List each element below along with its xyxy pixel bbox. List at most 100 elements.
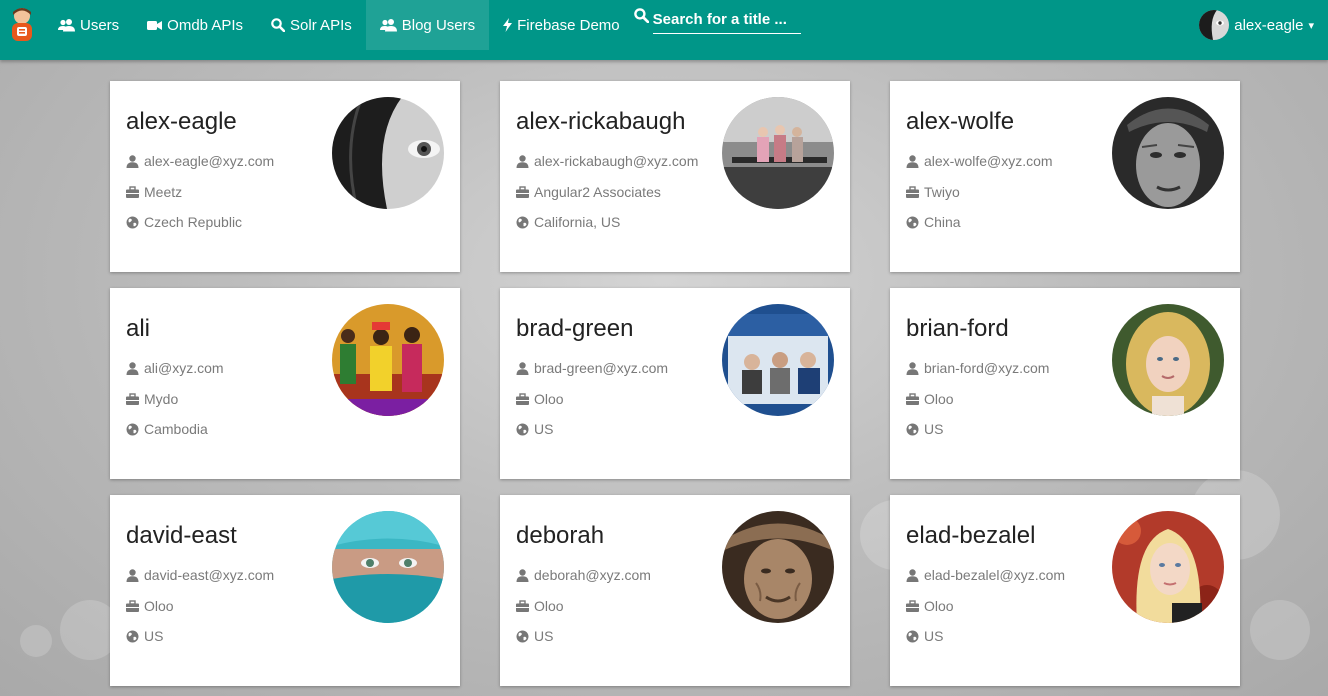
brand-logo[interactable]	[0, 0, 44, 48]
briefcase-icon	[516, 392, 529, 405]
user-menu-dropdown[interactable]: alex-eagle ▾	[1199, 9, 1314, 41]
globe-icon	[516, 216, 529, 228]
user-card-company-row: Oloo	[906, 598, 954, 614]
search-icon	[271, 18, 286, 32]
user-card-company-row: Oloo	[516, 391, 564, 407]
nav-firebase-demo[interactable]: Firebase Demo	[489, 0, 634, 50]
user-card-alex-eagle[interactable]: alex-eagle alex-eagle@xyz.com Meetz Czec…	[110, 81, 460, 272]
user-card-deborah[interactable]: deborah deborah@xyz.com Oloo US	[500, 495, 850, 686]
user-card-location-row: US	[516, 628, 553, 644]
user-card-alex-wolfe[interactable]: alex-wolfe alex-wolfe@xyz.com Twiyo Chin…	[890, 81, 1240, 272]
user-card-location-row: US	[906, 421, 943, 437]
nav-solr-label: Solr APIs	[290, 16, 352, 34]
user-icon	[126, 568, 139, 582]
user-card-company-row: Mydo	[126, 391, 178, 407]
nav-blog-users-label: Blog Users	[401, 16, 476, 34]
user-card-email-row: brian-ford@xyz.com	[906, 360, 1049, 376]
user-card-ali[interactable]: ali ali@xyz.com Mydo Cambodia	[110, 288, 460, 479]
user-card-email: alex-rickabaugh@xyz.com	[534, 153, 699, 169]
globe-icon	[126, 630, 139, 642]
user-card-email: alex-wolfe@xyz.com	[924, 153, 1053, 169]
user-card-location: US	[924, 628, 944, 644]
user-card-name: ali	[126, 315, 151, 342]
user-card-location-row: California, US	[516, 214, 620, 230]
nav-users[interactable]: Users	[44, 0, 133, 50]
user-card-location: China	[924, 214, 961, 230]
user-icon	[516, 568, 529, 582]
globe-icon	[906, 216, 919, 228]
user-card-email: david-east@xyz.com	[144, 567, 275, 583]
bolt-icon	[503, 18, 513, 32]
background-bokeh	[1250, 600, 1310, 660]
user-icon	[516, 361, 529, 375]
globe-icon	[906, 423, 919, 435]
user-card-email: deborah@xyz.com	[534, 567, 651, 583]
user-card-name: alex-rickabaugh	[516, 108, 686, 135]
user-card-company-row: Oloo	[906, 391, 954, 407]
user-card-david-east[interactable]: david-east david-east@xyz.com Oloo US	[110, 495, 460, 686]
video-camera-icon	[147, 20, 163, 30]
user-card-company-row: Meetz	[126, 184, 182, 200]
nav-users-label: Users	[80, 16, 120, 34]
nav-omdb-label: Omdb APIs	[167, 16, 244, 34]
user-card-location-row: US	[516, 421, 553, 437]
user-card-brian-ford[interactable]: brian-ford brian-ford@xyz.com Oloo US	[890, 288, 1240, 479]
user-card-avatar	[722, 97, 834, 209]
nav-firebase-label: Firebase Demo	[517, 16, 620, 34]
globe-icon	[906, 630, 919, 642]
nav-solr-apis[interactable]: Solr APIs	[257, 0, 366, 50]
user-card-name: elad-bezalel	[906, 522, 1036, 549]
user-card-alex-rickabaugh[interactable]: alex-rickabaugh alex-rickabaugh@xyz.com …	[500, 81, 850, 272]
user-icon	[906, 361, 919, 375]
briefcase-icon	[126, 185, 139, 198]
globe-icon	[516, 423, 529, 435]
briefcase-icon	[126, 392, 139, 405]
chevron-down-icon: ▾	[1308, 19, 1314, 32]
user-card-name: alex-wolfe	[906, 108, 1015, 135]
user-card-location-row: Cambodia	[126, 421, 208, 437]
user-card-email: brian-ford@xyz.com	[924, 360, 1050, 376]
user-card-email: alex-eagle@xyz.com	[144, 153, 275, 169]
globe-icon	[126, 423, 139, 435]
user-card-email-row: alex-rickabaugh@xyz.com	[516, 153, 698, 169]
user-card-avatar	[332, 304, 444, 416]
user-card-avatar	[332, 511, 444, 623]
globe-icon	[516, 630, 529, 642]
globe-icon	[126, 216, 139, 228]
user-card-company-row: Oloo	[126, 598, 174, 614]
users-icon	[58, 18, 75, 31]
briefcase-icon	[516, 185, 529, 198]
user-card-email-row: david-east@xyz.com	[126, 567, 274, 583]
user-icon	[516, 154, 529, 168]
nav-blog-users[interactable]: Blog Users	[365, 0, 490, 50]
user-card-company: Oloo	[924, 598, 954, 614]
user-card-avatar	[722, 511, 834, 623]
user-card-avatar	[332, 97, 444, 209]
user-card-name: brian-ford	[906, 315, 1009, 342]
user-card-company: Mydo	[144, 391, 179, 407]
user-card-email-row: deborah@xyz.com	[516, 567, 651, 583]
user-card-name: david-east	[126, 522, 237, 549]
user-card-location: US	[534, 628, 554, 644]
top-navbar: Users Omdb APIs Solr APIs Blog Users Fir…	[0, 0, 1328, 60]
user-card-email: elad-bezalel@xyz.com	[924, 567, 1066, 583]
nav-omdb-apis[interactable]: Omdb APIs	[133, 0, 257, 50]
user-card-email-row: elad-bezalel@xyz.com	[906, 567, 1065, 583]
user-card-elad-bezalel[interactable]: elad-bezalel elad-bezalel@xyz.com Oloo U…	[890, 495, 1240, 686]
user-card-company: Oloo	[534, 598, 564, 614]
user-card-company-row: Twiyo	[906, 184, 960, 200]
user-card-name: deborah	[516, 522, 605, 549]
user-card-avatar	[1112, 97, 1224, 209]
user-card-location: California, US	[534, 214, 621, 230]
briefcase-icon	[126, 599, 139, 612]
search-icon	[633, 8, 649, 23]
search-box	[633, 0, 801, 50]
user-card-brad-green[interactable]: brad-green brad-green@xyz.com Oloo US	[500, 288, 850, 479]
user-card-avatar	[1112, 304, 1224, 416]
search-input[interactable]	[652, 8, 801, 34]
user-card-email: ali@xyz.com	[144, 360, 224, 376]
briefcase-icon	[516, 599, 529, 612]
user-card-location: Cambodia	[144, 421, 208, 437]
user-card-location: Czech Republic	[144, 214, 243, 230]
user-card-email: brad-green@xyz.com	[534, 360, 669, 376]
